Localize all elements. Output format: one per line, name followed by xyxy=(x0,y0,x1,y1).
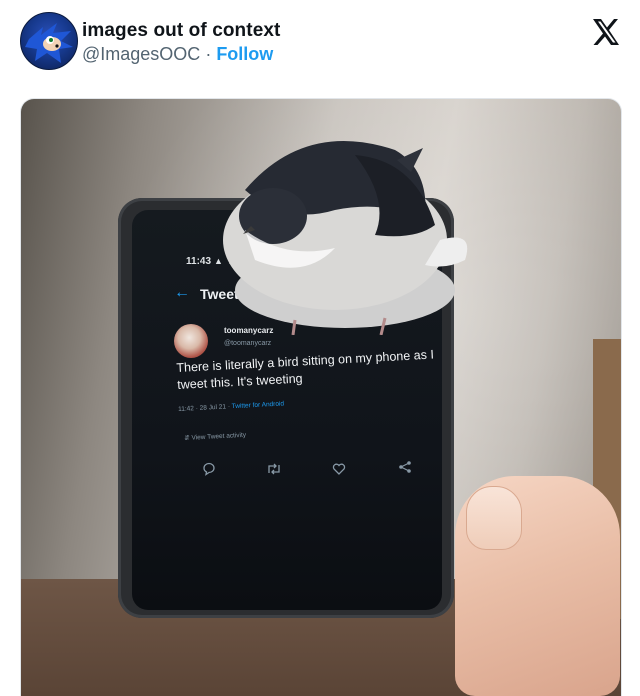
tweet-text: There is literally a bird sitting on my … xyxy=(176,347,435,392)
follow-button[interactable]: Follow xyxy=(216,44,273,64)
thumb xyxy=(466,486,522,550)
tweet-source[interactable]: Twitter for Android xyxy=(232,400,285,410)
like-icon[interactable] xyxy=(332,462,346,476)
separator-dot: · xyxy=(200,44,217,64)
tweet-meta: 11:42 · 28 Jul 21 · Twitter for Android xyxy=(178,400,284,413)
retweet-icon[interactable] xyxy=(266,462,282,476)
handle-row: @ImagesOOC · Follow xyxy=(82,44,273,65)
tweet-author-handle: @toomanycarz xyxy=(224,340,272,347)
sonic-avatar-icon xyxy=(25,23,73,63)
profile-avatar[interactable] xyxy=(20,12,78,70)
activity-label: View Tweet activity xyxy=(191,431,247,442)
display-name[interactable]: images out of context xyxy=(82,20,280,42)
bird-image xyxy=(223,141,468,335)
reply-icon[interactable] xyxy=(202,462,216,476)
share-icon[interactable] xyxy=(398,460,412,474)
post-header: images out of context @ImagesOOC · Follo… xyxy=(0,0,640,90)
user-handle[interactable]: @ImagesOOC xyxy=(82,44,200,64)
tweet-activity-link[interactable]: ⇵ View Tweet activity xyxy=(184,431,246,442)
tweet-time: 11:42 · 28 Jul 21 · xyxy=(178,403,232,413)
x-logo-icon[interactable] xyxy=(590,16,622,48)
